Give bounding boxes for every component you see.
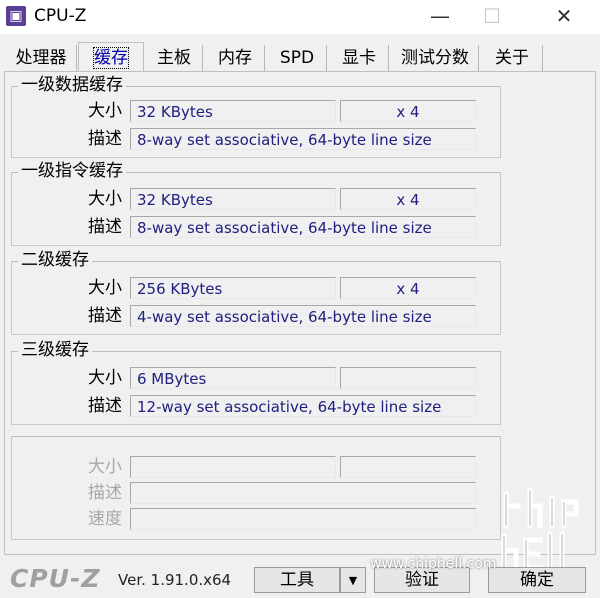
l1-instruction-cache-group: 一级指令缓存 大小 32 KBytes x 4 描述 8-way set ass… bbox=[11, 160, 501, 246]
cpuz-brand-logo: CPU-Z bbox=[10, 564, 101, 593]
tab-cache[interactable]: 缓存 bbox=[78, 42, 144, 73]
l3-desc-field: 12-way set associative, 64-byte line siz… bbox=[130, 395, 476, 417]
tab-about[interactable]: 关于 bbox=[482, 45, 543, 71]
desc-label: 描述 bbox=[88, 396, 122, 416]
tab-mainboard[interactable]: 主板 bbox=[146, 45, 203, 71]
empty-size-field bbox=[130, 456, 336, 478]
cache-tab-panel: 一级数据缓存 大小 32 KBytes x 4 描述 8-way set ass… bbox=[4, 71, 596, 555]
desc-label: 描述 bbox=[88, 483, 122, 503]
tools-dropdown-icon[interactable]: ▼ bbox=[340, 567, 366, 593]
group-title: 一级数据缓存 bbox=[18, 74, 126, 96]
l3-size-field: 6 MBytes bbox=[130, 367, 336, 389]
group-title: 三级缓存 bbox=[18, 339, 92, 361]
l3-cache-group: 三级缓存 大小 6 MBytes 描述 12-way set associati… bbox=[11, 339, 501, 425]
empty-speed-field bbox=[130, 508, 476, 530]
empty-count-field bbox=[340, 456, 476, 478]
l2-desc-field: 4-way set associative, 64-byte line size bbox=[130, 305, 476, 327]
size-label: 大小 bbox=[88, 457, 122, 477]
title-bar: ▣ CPU-Z — ☐ ✕ bbox=[0, 0, 600, 34]
ok-button[interactable]: 确定 bbox=[488, 567, 586, 593]
size-label: 大小 bbox=[88, 189, 122, 209]
size-label: 大小 bbox=[88, 368, 122, 388]
window-title: CPU-Z bbox=[34, 6, 87, 26]
watermark-url: www.chiphell.com bbox=[370, 556, 497, 572]
l1-inst-size-field: 32 KBytes bbox=[130, 188, 336, 210]
version-label: Ver. 1.91.0.x64 bbox=[118, 571, 232, 589]
speed-label: 速度 bbox=[88, 509, 122, 529]
empty-cache-group: 大小 描述 速度 bbox=[11, 436, 501, 540]
tab-spd[interactable]: SPD bbox=[268, 45, 327, 71]
l2-size-field: 256 KBytes bbox=[130, 277, 336, 299]
tab-cache-label: 缓存 bbox=[93, 47, 129, 69]
tab-processor[interactable]: 处理器 bbox=[6, 45, 77, 71]
minimize-icon[interactable]: — bbox=[420, 2, 460, 30]
l1-inst-count-field: x 4 bbox=[340, 188, 476, 210]
l1-data-size-field: 32 KBytes bbox=[130, 100, 336, 122]
cpuz-app-icon: ▣ bbox=[6, 6, 26, 26]
bottom-bar: CPU-Z Ver. 1.91.0.x64 工具 ▼ 验证 确定 bbox=[0, 558, 600, 598]
close-icon[interactable]: ✕ bbox=[544, 2, 584, 30]
l3-count-field bbox=[340, 367, 476, 389]
l1-data-count-field: x 4 bbox=[340, 100, 476, 122]
maximize-icon: ☐ bbox=[483, 4, 501, 28]
size-label: 大小 bbox=[88, 101, 122, 121]
l2-count-field: x 4 bbox=[340, 277, 476, 299]
empty-desc-field bbox=[130, 482, 476, 504]
desc-label: 描述 bbox=[88, 306, 122, 326]
tab-graphics[interactable]: 显卡 bbox=[330, 45, 389, 71]
tab-memory[interactable]: 内存 bbox=[206, 45, 265, 71]
l1-inst-desc-field: 8-way set associative, 64-byte line size bbox=[130, 216, 476, 238]
tab-bench[interactable]: 测试分数 bbox=[392, 45, 479, 71]
desc-label: 描述 bbox=[88, 217, 122, 237]
desc-label: 描述 bbox=[88, 129, 122, 149]
l1-data-desc-field: 8-way set associative, 64-byte line size bbox=[130, 128, 476, 150]
group-title: 二级缓存 bbox=[18, 249, 92, 271]
group-title: 一级指令缓存 bbox=[18, 160, 126, 182]
size-label: 大小 bbox=[88, 278, 122, 298]
tools-button[interactable]: 工具 bbox=[254, 567, 340, 593]
l1-data-cache-group: 一级数据缓存 大小 32 KBytes x 4 描述 8-way set ass… bbox=[11, 74, 501, 158]
l2-cache-group: 二级缓存 大小 256 KBytes x 4 描述 4-way set asso… bbox=[11, 249, 501, 335]
